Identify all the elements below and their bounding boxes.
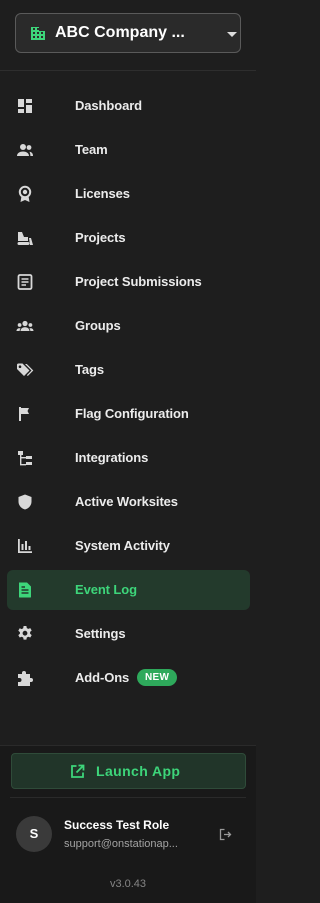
sidebar-item-projects[interactable]: Projects <box>7 218 250 258</box>
sidebar-item-team[interactable]: Team <box>7 130 250 170</box>
people-icon <box>16 141 34 159</box>
sidebar-item-tags[interactable]: Tags <box>7 350 250 390</box>
sidebar-item-groups[interactable]: Groups <box>7 306 250 346</box>
sidebar-item-label: Project Submissions <box>75 274 202 289</box>
award-icon <box>16 185 34 203</box>
sidebar-item-dashboard[interactable]: Dashboard <box>7 86 250 126</box>
version-label: v3.0.43 <box>109 878 147 890</box>
sidebar-item-label: Groups <box>75 318 121 333</box>
sidebar-item-settings[interactable]: Settings <box>7 614 250 654</box>
sidebar-item-licenses[interactable]: Licenses <box>7 174 250 214</box>
caret-down-icon[interactable] <box>226 31 238 38</box>
sidebar-item-integrations[interactable]: Integrations <box>7 438 250 478</box>
divider <box>0 745 256 746</box>
sidebar-item-label: Dashboard <box>75 98 143 113</box>
sidebar-item-label: Projects <box>75 230 126 245</box>
avatar[interactable]: S <box>16 816 52 852</box>
sidebar-item-label: Event Log <box>75 582 137 597</box>
sidebar-item-system-activity[interactable]: System Activity <box>7 526 250 566</box>
sidebar-item-label: Add-Ons <box>75 670 130 685</box>
sidebar-item-label: Integrations <box>75 450 149 465</box>
bulldozer-icon <box>16 229 34 247</box>
dashboard-icon <box>16 97 34 115</box>
company-name: ABC Company ... <box>55 24 185 41</box>
user-email: support@onstationap... <box>64 838 178 850</box>
new-badge: NEW <box>137 669 178 686</box>
sidebar-item-label: Settings <box>75 626 126 641</box>
sidebar-item-add-ons[interactable]: Add-Ons NEW <box>7 658 250 698</box>
launch-app-button[interactable]: Launch App <box>11 753 246 789</box>
flag-icon <box>16 405 34 423</box>
sidebar-item-project-submissions[interactable]: Project Submissions <box>7 262 250 302</box>
sidebar-item-label: Flag Configuration <box>75 406 189 421</box>
document-icon <box>16 273 34 291</box>
divider <box>0 70 256 71</box>
sidebar-item-label: Licenses <box>75 186 130 201</box>
sidebar-item-label: System Activity <box>75 538 170 553</box>
logout-icon[interactable] <box>219 828 232 841</box>
groups-icon <box>16 317 34 335</box>
sidebar-item-label: Tags <box>75 362 104 377</box>
bar-chart-icon <box>16 537 34 555</box>
building-icon <box>30 25 46 41</box>
launch-app-label: Launch App <box>96 763 181 779</box>
file-text-icon <box>16 581 34 599</box>
company-selector[interactable]: ABC Company ... <box>15 13 241 53</box>
puzzle-icon <box>16 669 34 687</box>
sidebar-item-label: Team <box>75 142 108 157</box>
sidebar-item-label: Active Worksites <box>75 494 178 509</box>
tags-icon <box>16 361 34 379</box>
divider <box>10 797 246 798</box>
shield-icon <box>16 493 34 511</box>
gear-icon <box>16 625 34 643</box>
sidebar-item-event-log[interactable]: Event Log <box>7 570 250 610</box>
external-link-icon <box>70 764 85 779</box>
sidebar-item-active-worksites[interactable]: Active Worksites <box>7 482 250 522</box>
sidebar-item-flag-configuration[interactable]: Flag Configuration <box>7 394 250 434</box>
user-name: Success Test Role <box>64 818 170 832</box>
tree-icon <box>16 449 34 467</box>
